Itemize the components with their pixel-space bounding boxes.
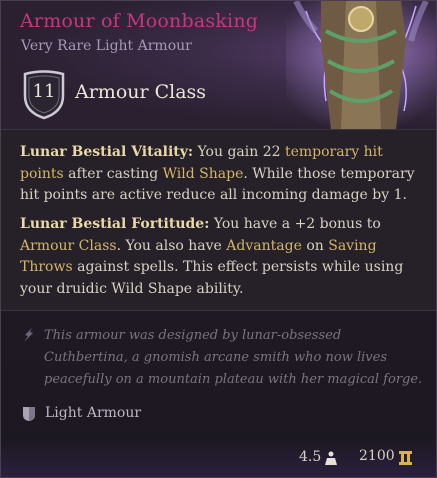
item-type-label: Light Armour (45, 405, 142, 421)
item-tooltip: Armour of Moonbasking Very Rare Light Ar… (0, 0, 437, 478)
effect-text: . You also have (116, 237, 227, 254)
effect-text: against spells. This effect persists whi… (20, 259, 404, 297)
keyword-armour-class[interactable]: Armour Class (20, 238, 117, 254)
keyword-advantage[interactable]: Advantage (226, 238, 302, 254)
keyword-wild-shape[interactable]: Wild Shape (163, 166, 244, 182)
effect-text: You have a +2 bonus to (209, 216, 381, 232)
gold-coin-icon (399, 451, 412, 465)
item-weight: 4.5 (299, 449, 322, 465)
armour-icon (23, 407, 35, 421)
effect-text: on (301, 237, 329, 254)
quill-icon (24, 328, 33, 342)
effect-text: You gain 22 (193, 144, 285, 160)
armour-class-value: 11 (32, 81, 56, 102)
effect-name: Lunar Bestial Vitality: (20, 144, 194, 160)
armour-artwork (286, 1, 436, 129)
effect-text: after casting (63, 165, 163, 182)
armour-class-label: Armour Class (75, 81, 207, 103)
item-price: 2100 (359, 448, 395, 464)
effect-name: Lunar Bestial Fortitude: (20, 216, 210, 232)
lore-text: This armour was designed by lunar-obsess… (44, 328, 423, 387)
weight-icon (325, 451, 337, 465)
effect-lunar-bestial-vitality: Lunar Bestial Vitality: You gain 22 temp… (20, 142, 420, 207)
effect-lunar-bestial-fortitude: Lunar Bestial Fortitude: You have a +2 b… (20, 214, 420, 300)
item-name: Armour of Moonbasking (20, 10, 259, 32)
item-rarity-type: Very Rare Light Armour (21, 38, 192, 54)
